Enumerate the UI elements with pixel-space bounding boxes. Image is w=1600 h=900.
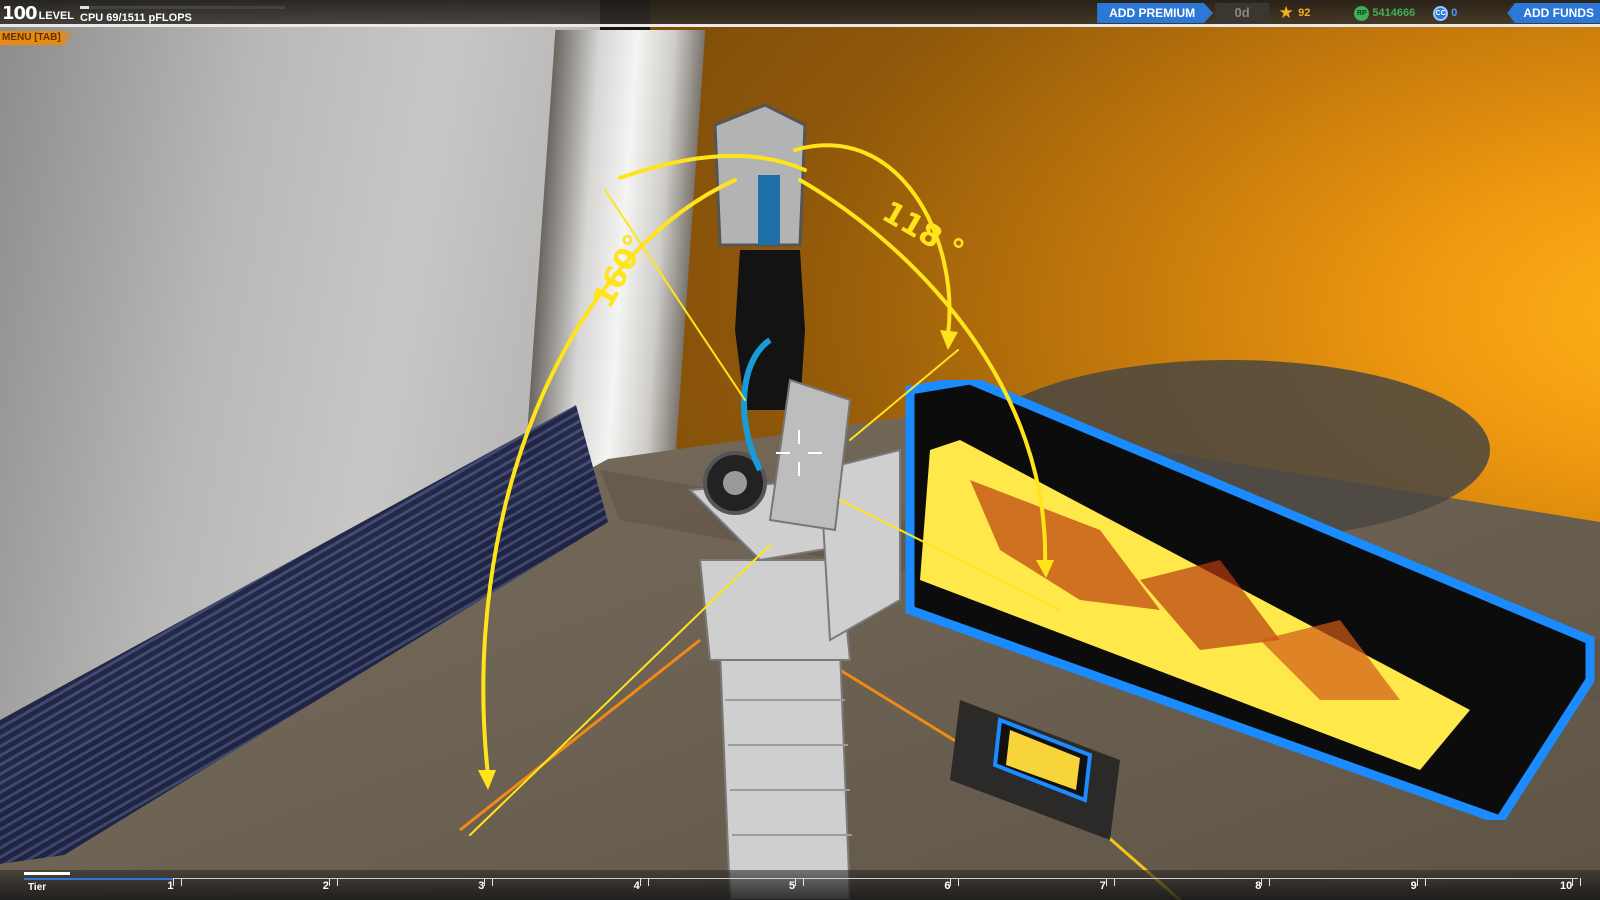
- tier-number: 7: [1099, 880, 1106, 892]
- tier-tick: [1261, 878, 1263, 886]
- tier-tick: [1269, 878, 1271, 886]
- cpu-bar: [80, 6, 285, 9]
- tier-tick: [1105, 878, 1107, 886]
- tier-current-segment: [24, 878, 174, 880]
- tier-tick: [328, 878, 330, 886]
- rp-icon: RP: [1354, 5, 1370, 21]
- tier-progress: [24, 872, 70, 875]
- angle-label-left: 160°: [586, 229, 653, 314]
- tier-number: 6: [944, 880, 951, 892]
- tier-baseline: [24, 878, 1578, 879]
- player-level: 100 LEVEL: [2, 2, 74, 24]
- star-icon: ★: [1278, 3, 1294, 23]
- credits-value: 0: [1451, 7, 1458, 19]
- tier-tick: [1580, 878, 1581, 886]
- tier-tick: [795, 878, 796, 886]
- tier-tick: [958, 878, 960, 886]
- tier-label: Tier: [28, 882, 47, 893]
- level-label: LEVEL: [38, 10, 75, 22]
- credits-counter: CC 0: [1433, 3, 1457, 23]
- hud-top-bar: 100 LEVEL CPU 69/1511 pFLOPS ADD PREMIUM…: [0, 0, 1600, 27]
- menu-tab-button[interactable]: MENU [TAB]: [0, 31, 75, 45]
- tier-number: 2: [322, 880, 329, 892]
- currency-panel: ADD PREMIUM 0d ★ 92 RP 5414666 CC 0 ADD …: [1097, 3, 1600, 23]
- cpu-meter: CPU 69/1511 pFLOPS: [80, 2, 290, 24]
- tier-tick: [1113, 878, 1115, 886]
- tier-number: 4: [633, 880, 640, 892]
- tier-tick: [647, 878, 649, 886]
- cpu-bar-fill: [80, 6, 90, 9]
- tier-tick: [492, 878, 494, 886]
- add-funds-button[interactable]: ADD FUNDS: [1507, 3, 1600, 23]
- tier-tick: [484, 878, 486, 886]
- tier-number: 5: [789, 880, 796, 892]
- tier-ruler: Tier 1 2 3 4 5 6 7 8 9 10: [0, 870, 1600, 900]
- premium-days: 0d: [1215, 3, 1270, 23]
- tier-tick: [950, 878, 952, 886]
- cc-icon: CC: [1433, 5, 1449, 21]
- tier-tick: [173, 878, 175, 886]
- stars-value: 92: [1298, 7, 1311, 19]
- crosshair-icon: [776, 430, 822, 476]
- stars-counter: ★ 92: [1277, 3, 1311, 23]
- cpu-text: CPU 69/1511 pFLOPS: [80, 12, 192, 24]
- tier-number: 1: [167, 880, 174, 892]
- tier-tick: [803, 878, 804, 886]
- tier-tick: [336, 878, 338, 886]
- add-premium-button[interactable]: ADD PREMIUM: [1097, 3, 1214, 23]
- robits-value: 5414666: [1372, 7, 1416, 19]
- tier-number: 3: [478, 880, 485, 892]
- tier-tick: [1424, 878, 1426, 886]
- tier-tick: [181, 878, 183, 886]
- tier-tick: [1416, 878, 1418, 886]
- garage-scene: 160° 118 °: [0, 0, 1600, 900]
- level-value: 100: [2, 3, 38, 24]
- tier-number: 9: [1410, 880, 1417, 892]
- tier-number: 8: [1255, 880, 1262, 892]
- robits-counter: RP 5414666: [1354, 3, 1415, 23]
- tier-number: 10: [1560, 880, 1573, 892]
